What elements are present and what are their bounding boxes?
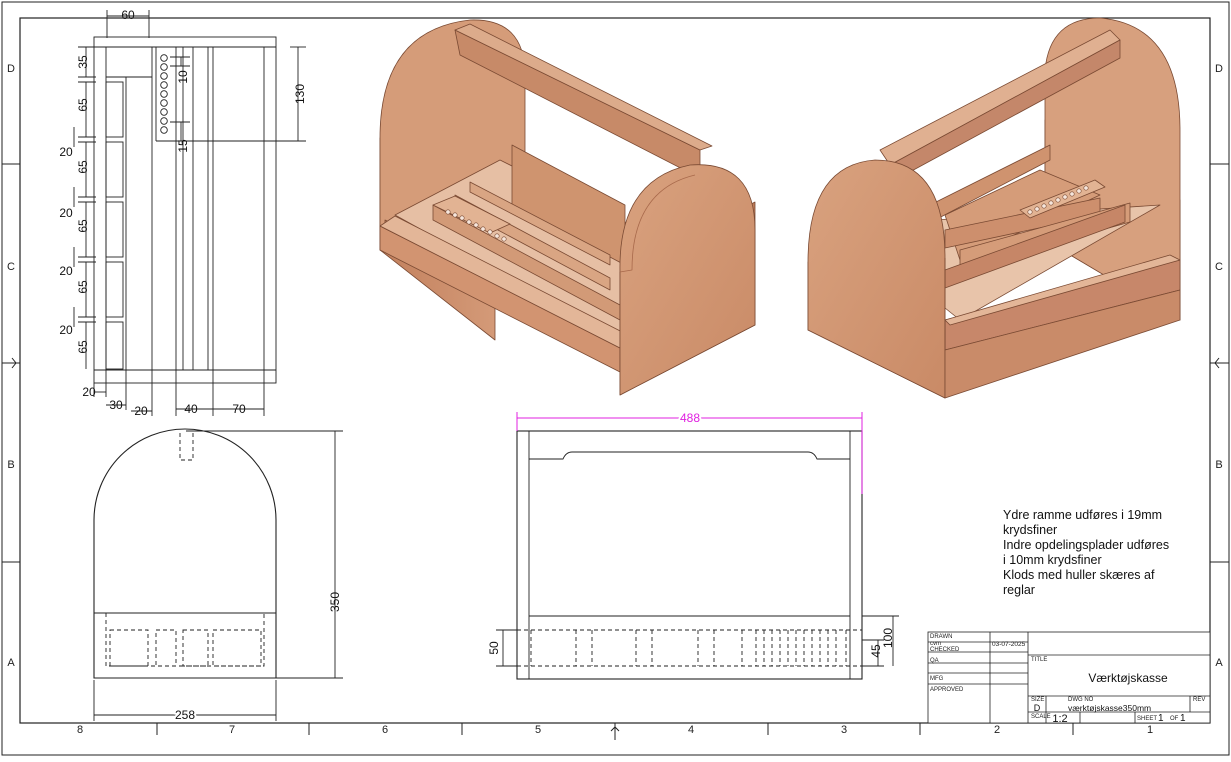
tb-scale-label: SCALE (1031, 714, 1051, 720)
side-view-dimension-labels: 350 258 (173, 592, 342, 724)
side-view (93, 428, 343, 721)
tb-sheet-total: 1 (1180, 713, 1186, 724)
front-view (496, 430, 899, 680)
dim-488: 488 (680, 411, 700, 425)
zone-row-c-right: C (1215, 261, 1223, 273)
dim-20-a: 20 (59, 145, 73, 159)
zone-row-d-right: D (1215, 63, 1223, 75)
zone-col-6: 6 (382, 724, 388, 736)
dim-bottom-40: 40 (184, 402, 198, 416)
dim-60: 60 (121, 8, 135, 22)
zone-row-c-left: C (7, 261, 15, 273)
note-line-1: Ydre ramme udføres i 19mm (1003, 508, 1163, 522)
zone-col-4: 4 (688, 724, 694, 736)
tb-of-label: OF (1170, 716, 1179, 722)
zone-row-b-left: B (7, 459, 14, 471)
dim-50: 50 (487, 641, 501, 655)
dim-35: 35 (76, 55, 90, 69)
tb-sheet-label: SHEET (1137, 716, 1157, 722)
note-line-6: reglar (1003, 583, 1035, 597)
isometric-view-right (807, 17, 1181, 399)
tb-title-label: TITLE (1031, 657, 1047, 663)
drawing-sheet: 8 7 6 5 4 3 2 1 D C B A D C B A 60 35 10… (0, 0, 1231, 757)
tb-drawn-label: DRAWN (930, 634, 952, 640)
dim-130: 130 (293, 84, 307, 104)
zone-col-1: 1 (1147, 724, 1153, 736)
dim-bottom-20-b: 20 (134, 404, 148, 418)
zone-row-d-left: D (7, 63, 15, 75)
top-view (73, 10, 306, 416)
dim-65-b: 65 (76, 160, 90, 174)
dim-258: 258 (175, 708, 195, 722)
dim-bottom-20-a: 20 (82, 385, 96, 399)
zone-col-7: 7 (229, 724, 235, 736)
tb-title: Værktøjskasse (1088, 671, 1168, 685)
dim-65-c: 65 (76, 219, 90, 233)
zone-col-2: 2 (994, 724, 1000, 736)
dim-20-c: 20 (59, 264, 73, 278)
tb-approved-label: APPROVED (930, 687, 964, 693)
dim-bottom-70: 70 (232, 402, 246, 416)
tb-mfg-label: MFG (930, 676, 944, 682)
note-line-2: krydsfiner (1003, 523, 1058, 537)
zone-col-5: 5 (535, 724, 541, 736)
peg-holes (160, 54, 168, 134)
dim-10: 10 (176, 70, 190, 84)
zone-col-3: 3 (841, 724, 847, 736)
tb-dwg-no: værktøjskasse350mm (1068, 703, 1151, 713)
drawing-canvas: 8 7 6 5 4 3 2 1 D C B A D C B A 60 35 10… (1, 1, 1230, 756)
dim-350: 350 (328, 592, 342, 612)
construction-notes: Ydre ramme udføres i 19mm krydsfiner Ind… (1003, 508, 1193, 598)
tb-drawn-date: 03-07-2025 (992, 641, 1026, 648)
dim-65-a: 65 (76, 98, 90, 112)
dim-20-b: 20 (59, 206, 73, 220)
tb-checked-label: CHECKED (930, 647, 960, 653)
zone-col-8: 8 (77, 724, 83, 736)
tb-rev-label: REV (1193, 697, 1205, 703)
dim-65-e: 65 (76, 340, 90, 354)
tb-scale: 1:2 (1052, 713, 1067, 725)
tb-size: D (1034, 703, 1041, 713)
dim-65-d: 65 (76, 280, 90, 294)
zone-row-a-right: A (1215, 657, 1223, 669)
tb-qa-label: QA (930, 658, 939, 664)
dim-100: 100 (881, 628, 895, 648)
dim-bottom-30: 30 (109, 398, 123, 412)
zone-row-b-right: B (1215, 459, 1222, 471)
zone-row-a-left: A (7, 657, 15, 669)
note-line-5: Klods med huller skæres af (1003, 568, 1155, 582)
tb-sheet: 1 (1158, 713, 1164, 724)
front-view-dimension-labels: 488 50 45 100 (487, 409, 895, 658)
note-line-3: Indre opdelingsplader udføres (1003, 538, 1170, 552)
note-line-4: i 10mm krydsfiner (1003, 553, 1102, 567)
dim-15: 15 (176, 139, 190, 153)
dim-20-d: 20 (59, 323, 73, 337)
isometric-view-left (379, 19, 756, 396)
